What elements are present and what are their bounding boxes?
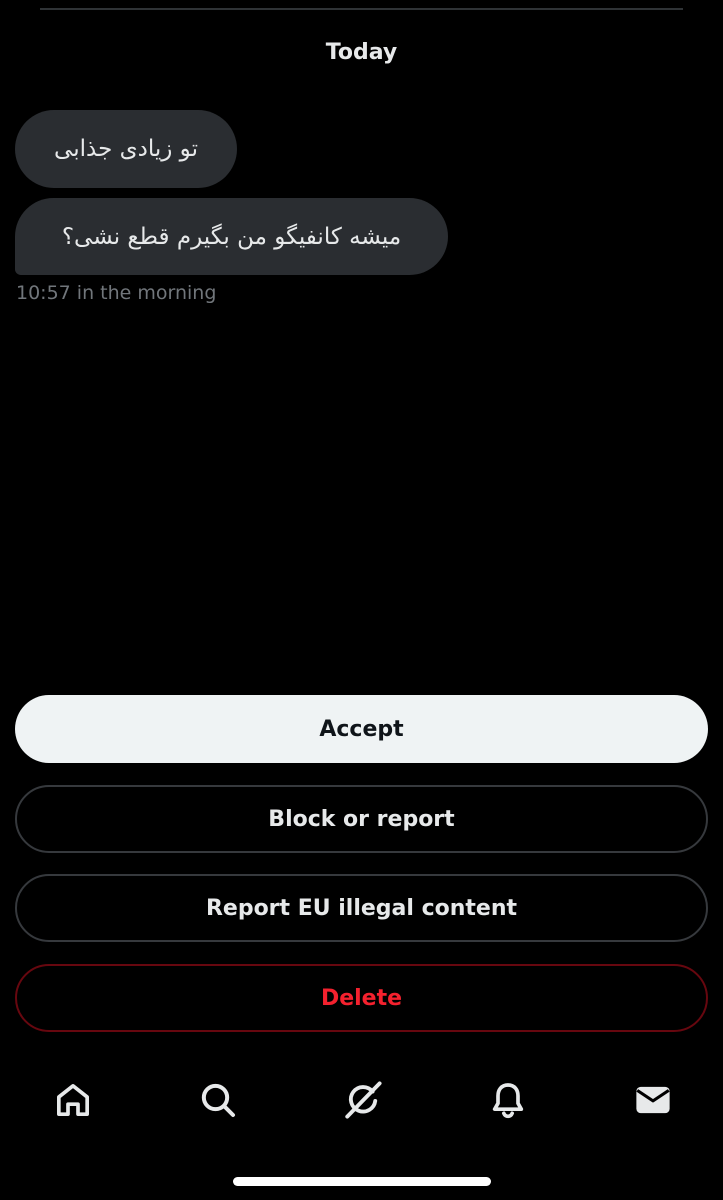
- top-divider: [40, 8, 683, 10]
- report-eu-illegal-content-button[interactable]: Report EU illegal content: [15, 874, 708, 942]
- message-text: میشه کانفیگو من بگیرم قطع نشی؟: [61, 223, 402, 250]
- block-or-report-button[interactable]: Block or report: [15, 785, 708, 853]
- home-icon[interactable]: [51, 1078, 95, 1122]
- message-timestamp: 10:57 in the morning: [16, 282, 217, 304]
- accept-button[interactable]: Accept: [15, 695, 708, 763]
- message-bubble[interactable]: تو زیادی جذابی: [15, 110, 237, 188]
- messages-envelope-icon[interactable]: [631, 1078, 675, 1122]
- home-indicator: [233, 1177, 491, 1186]
- grok-icon[interactable]: [341, 1078, 385, 1122]
- notifications-bell-icon[interactable]: [486, 1078, 530, 1122]
- message-text: تو زیادی جذابی: [54, 136, 198, 162]
- date-header: Today: [325, 40, 398, 65]
- delete-button[interactable]: Delete: [15, 964, 708, 1032]
- message-bubble[interactable]: میشه کانفیگو من بگیرم قطع نشی؟: [15, 198, 448, 275]
- search-icon[interactable]: [196, 1078, 240, 1122]
